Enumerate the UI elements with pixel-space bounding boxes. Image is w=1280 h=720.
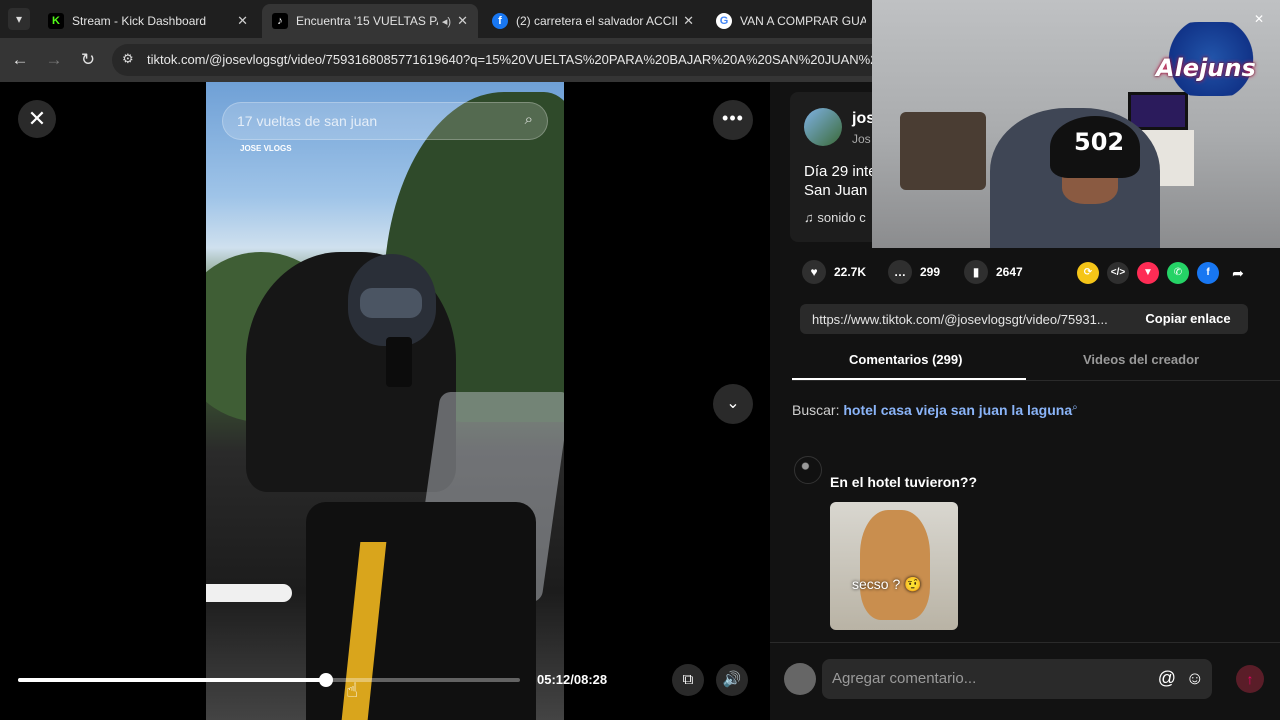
cap-text: 502 [1074, 128, 1125, 156]
close-video-button[interactable]: ✕ [18, 100, 56, 138]
save-count: 2647 [996, 265, 1023, 279]
tiktok-icon: ♪ [272, 13, 288, 29]
tab-search-menu-icon[interactable]: ▾ [8, 8, 30, 30]
video-phone-mount [386, 337, 412, 387]
bookmark-icon: ▮ [964, 260, 988, 284]
webcam-couch [900, 112, 986, 190]
mouse-cursor-icon: ☝ [346, 680, 359, 702]
search-suggestion: Buscar: hotel casa vieja san juan la lag… [792, 402, 1078, 418]
tab-comments[interactable]: Comentarios (299) [849, 352, 962, 367]
next-video-button[interactable]: ⌄ [713, 384, 753, 424]
url-text: tiktok.com/@josevlogsgt/video/7593168085… [147, 52, 896, 67]
video-player[interactable]: 17 vueltas de san juan ⌕ JOSE VLOGS [206, 82, 564, 720]
post-sound[interactable]: ♫ sonido c [804, 210, 866, 225]
dog-sticker-image [860, 510, 930, 620]
tab-facebook[interactable]: f (2) carretera el salvador ACCIDE ✕ [482, 4, 704, 38]
video-watermark: JOSE VLOGS [240, 144, 292, 153]
kick-icon: K [48, 13, 64, 29]
tab-title: (2) carretera el salvador ACCIDE [516, 14, 678, 28]
comment-stat[interactable]: … 299 [888, 260, 940, 284]
tab-title: VAN A COMPRAR GUATEMA [740, 14, 866, 28]
tab-kick-dashboard[interactable]: K Stream - Kick Dashboard ✕ [38, 4, 258, 38]
share-arrow-icon[interactable]: ➦ [1227, 262, 1249, 284]
site-info-icon[interactable]: ⚙ [122, 51, 134, 67]
reload-icon[interactable]: ↻ [76, 48, 100, 72]
search-label: Buscar: [792, 402, 840, 418]
video-rider-visor [360, 288, 422, 318]
tab-title: Encuentra '15 VUELTAS PAR [296, 14, 438, 28]
streamer-logo-text: Alejuns [1156, 54, 1256, 82]
more-options-button[interactable]: ••• [713, 100, 753, 140]
post-comment-button[interactable]: ↑ [1236, 665, 1264, 693]
comment-icon: … [888, 260, 912, 284]
like-stat[interactable]: ♥ 22.7K [802, 260, 866, 284]
search-small-icon: ⌕ [1072, 402, 1078, 413]
video-motorcycle [306, 502, 536, 720]
save-stat[interactable]: ▮ 2647 [964, 260, 1023, 284]
emoji-icon[interactable]: ☺ [1186, 668, 1204, 689]
search-suggestion-link[interactable]: hotel casa vieja san juan la laguna [843, 402, 1072, 418]
like-count: 22.7K [834, 265, 867, 279]
video-progress-bar[interactable] [18, 673, 520, 687]
mention-icon[interactable]: @ [1158, 668, 1176, 689]
volume-icon[interactable]: 🔊 [716, 664, 748, 696]
facebook-share-icon[interactable]: f [1197, 262, 1219, 284]
author-avatar[interactable] [804, 108, 842, 146]
back-arrow-icon[interactable]: ← [8, 48, 32, 72]
video-search-placeholder: 17 vueltas de san juan [237, 113, 378, 129]
tab-tiktok[interactable]: ♪ Encuentra '15 VUELTAS PAR ◂) ✕ [262, 4, 478, 38]
comment-placeholder: Agregar comentario... [832, 670, 977, 687]
author-subtitle: Jos [852, 132, 871, 146]
comment-sticker: secso ? 🤨 [830, 502, 958, 630]
video-progress-fill [18, 678, 327, 682]
embed-icon[interactable]: </> [1107, 262, 1129, 284]
tab-title: Stream - Kick Dashboard [72, 14, 207, 28]
post-description: Día 29 inte San Juan l [804, 163, 877, 199]
webcam-tv [1128, 92, 1188, 130]
comment-composer: Agregar comentario... @ ☺ ↑ [770, 642, 1280, 720]
close-tab-icon[interactable]: ✕ [237, 13, 248, 29]
user-avatar[interactable] [784, 663, 816, 695]
google-icon: G [716, 13, 732, 29]
repost-icon[interactable]: ⟳ [1077, 262, 1099, 284]
send-to-friends-icon[interactable]: ▼ [1137, 262, 1159, 284]
video-time: 05:12/08:28 [537, 672, 608, 687]
heart-icon: ♥ [802, 260, 826, 284]
copy-link-button[interactable]: Copiar enlace [1128, 304, 1248, 334]
comment-input[interactable]: Agregar comentario... @ ☺ [822, 659, 1212, 699]
whatsapp-icon[interactable]: ✆ [1167, 262, 1189, 284]
pip-icon[interactable]: ⧉ [672, 664, 704, 696]
sticker-caption: secso ? 🤨 [852, 576, 922, 592]
search-icon[interactable]: ⌕ [525, 111, 533, 128]
video-light [206, 584, 292, 602]
comment-text: En el hotel tuvieron?? [830, 474, 978, 490]
forward-arrow-icon[interactable]: → [42, 48, 66, 72]
commenter-avatar[interactable] [794, 456, 822, 484]
close-tab-icon[interactable]: ✕ [683, 13, 694, 29]
overlay-close-icon: ✕ [1254, 12, 1265, 26]
close-tab-icon[interactable]: ✕ [457, 13, 468, 29]
tab-google[interactable]: G VAN A COMPRAR GUATEMA [706, 4, 876, 38]
comment-count: 299 [920, 265, 941, 279]
tabs-divider [792, 380, 1280, 381]
tab-creator-videos[interactable]: Videos del creador [1083, 352, 1199, 367]
share-link-box: https://www.tiktok.com/@josevlogsgt/vide… [800, 304, 1248, 334]
share-link-url[interactable]: https://www.tiktok.com/@josevlogsgt/vide… [812, 312, 1108, 327]
video-search-bar[interactable]: 17 vueltas de san juan ⌕ [222, 102, 548, 140]
speaker-icon[interactable]: ◂) [442, 15, 451, 28]
active-tab-indicator [792, 378, 1026, 380]
facebook-icon: f [492, 13, 508, 29]
